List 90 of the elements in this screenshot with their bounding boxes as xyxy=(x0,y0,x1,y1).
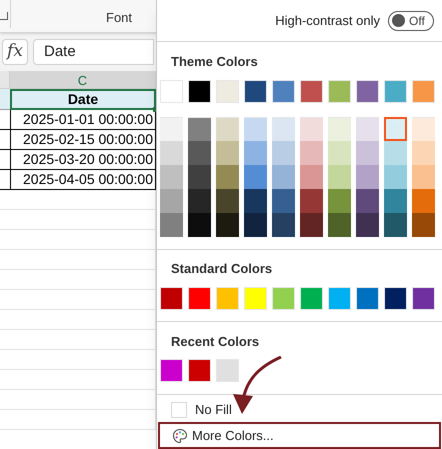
color-swatch[interactable] xyxy=(160,164,183,188)
color-swatch[interactable] xyxy=(244,286,267,310)
color-swatch[interactable] xyxy=(188,164,211,188)
color-swatch[interactable] xyxy=(384,286,407,310)
column-header[interactable]: C xyxy=(10,71,156,88)
color-swatch[interactable] xyxy=(356,116,379,140)
color-swatch[interactable] xyxy=(188,212,211,236)
color-swatch[interactable] xyxy=(272,80,295,102)
header-cell[interactable]: Date xyxy=(10,89,156,110)
color-swatch[interactable] xyxy=(384,116,407,140)
color-swatch[interactable] xyxy=(412,140,435,164)
color-swatch[interactable] xyxy=(328,188,351,212)
color-swatch[interactable] xyxy=(356,80,379,102)
more-colors-option[interactable]: More Colors... xyxy=(158,422,441,449)
color-swatch[interactable] xyxy=(384,212,407,236)
color-swatch[interactable] xyxy=(328,212,351,236)
color-swatch[interactable] xyxy=(216,359,239,382)
color-swatch[interactable] xyxy=(300,286,323,310)
color-swatch[interactable] xyxy=(412,212,435,236)
dialog-launcher-icon[interactable] xyxy=(0,12,8,20)
color-swatch[interactable] xyxy=(160,116,183,140)
color-swatch[interactable] xyxy=(412,164,435,188)
color-swatch[interactable] xyxy=(160,359,183,382)
color-swatch[interactable] xyxy=(300,212,323,236)
color-swatch[interactable] xyxy=(216,80,239,102)
color-swatch[interactable] xyxy=(300,164,323,188)
section-title: Recent Colors xyxy=(170,332,260,351)
section-title: Theme Colors xyxy=(170,53,259,71)
color-swatch[interactable] xyxy=(328,164,351,188)
color-swatch[interactable] xyxy=(188,188,211,212)
color-swatch[interactable] xyxy=(160,80,183,102)
color-swatch[interactable] xyxy=(272,188,295,212)
color-swatch[interactable] xyxy=(272,116,295,140)
color-swatch[interactable] xyxy=(216,140,239,164)
no-fill-option[interactable]: No Fill xyxy=(195,400,232,420)
color-swatch[interactable] xyxy=(188,359,211,382)
color-swatch[interactable] xyxy=(328,140,351,164)
color-swatch[interactable] xyxy=(244,80,267,102)
color-swatch[interactable] xyxy=(216,188,239,212)
color-swatch[interactable] xyxy=(300,116,323,140)
color-swatch[interactable] xyxy=(356,164,379,188)
annotation-arrow xyxy=(231,356,283,416)
color-swatch[interactable] xyxy=(412,80,435,102)
color-swatch[interactable] xyxy=(356,212,379,236)
color-swatch[interactable] xyxy=(216,212,239,236)
color-swatch[interactable] xyxy=(356,286,379,310)
color-swatch[interactable] xyxy=(356,140,379,164)
color-swatch[interactable] xyxy=(188,286,211,310)
color-swatch[interactable] xyxy=(244,116,267,140)
palette-icon xyxy=(172,428,188,444)
section-title: Standard Colors xyxy=(170,260,274,278)
color-swatch[interactable] xyxy=(300,80,323,102)
color-swatch[interactable] xyxy=(384,188,407,212)
color-swatch[interactable] xyxy=(412,188,435,212)
high-contrast-toggle[interactable]: Off xyxy=(388,10,434,30)
color-swatch[interactable] xyxy=(188,80,211,102)
color-swatch[interactable] xyxy=(384,140,407,164)
ribbon-group-label: Font xyxy=(106,8,132,26)
color-swatch[interactable] xyxy=(412,286,435,310)
color-swatch[interactable] xyxy=(328,116,351,140)
color-swatch[interactable] xyxy=(272,140,295,164)
formula-input-field[interactable]: Date xyxy=(33,39,154,65)
color-swatch[interactable] xyxy=(272,164,295,188)
color-swatch[interactable] xyxy=(216,164,239,188)
color-swatch[interactable] xyxy=(272,212,295,236)
color-swatch[interactable] xyxy=(384,164,407,188)
table-cell xyxy=(0,89,10,110)
color-swatch[interactable] xyxy=(244,164,267,188)
color-swatch[interactable] xyxy=(188,140,211,164)
function-button[interactable]: fx xyxy=(2,39,28,65)
color-swatch[interactable] xyxy=(160,286,183,310)
color-swatch[interactable] xyxy=(272,286,295,310)
color-swatch[interactable] xyxy=(328,286,351,310)
color-swatch[interactable] xyxy=(216,286,239,310)
color-swatch[interactable] xyxy=(300,188,323,212)
color-swatch[interactable] xyxy=(412,116,435,140)
color-swatch[interactable] xyxy=(160,212,183,236)
color-swatch[interactable] xyxy=(216,116,239,140)
color-swatch[interactable] xyxy=(300,140,323,164)
color-swatch[interactable] xyxy=(244,212,267,236)
color-swatch[interactable] xyxy=(160,140,183,164)
color-swatch[interactable] xyxy=(356,188,379,212)
no-fill-swatch-icon xyxy=(171,402,187,418)
color-swatch[interactable] xyxy=(160,188,183,212)
color-swatch[interactable] xyxy=(244,140,267,164)
color-swatch[interactable] xyxy=(384,80,407,102)
toggle-label: High-contrast only xyxy=(275,12,380,30)
color-swatch[interactable] xyxy=(328,80,351,102)
color-swatch[interactable] xyxy=(188,116,211,140)
color-swatch[interactable] xyxy=(244,188,267,212)
